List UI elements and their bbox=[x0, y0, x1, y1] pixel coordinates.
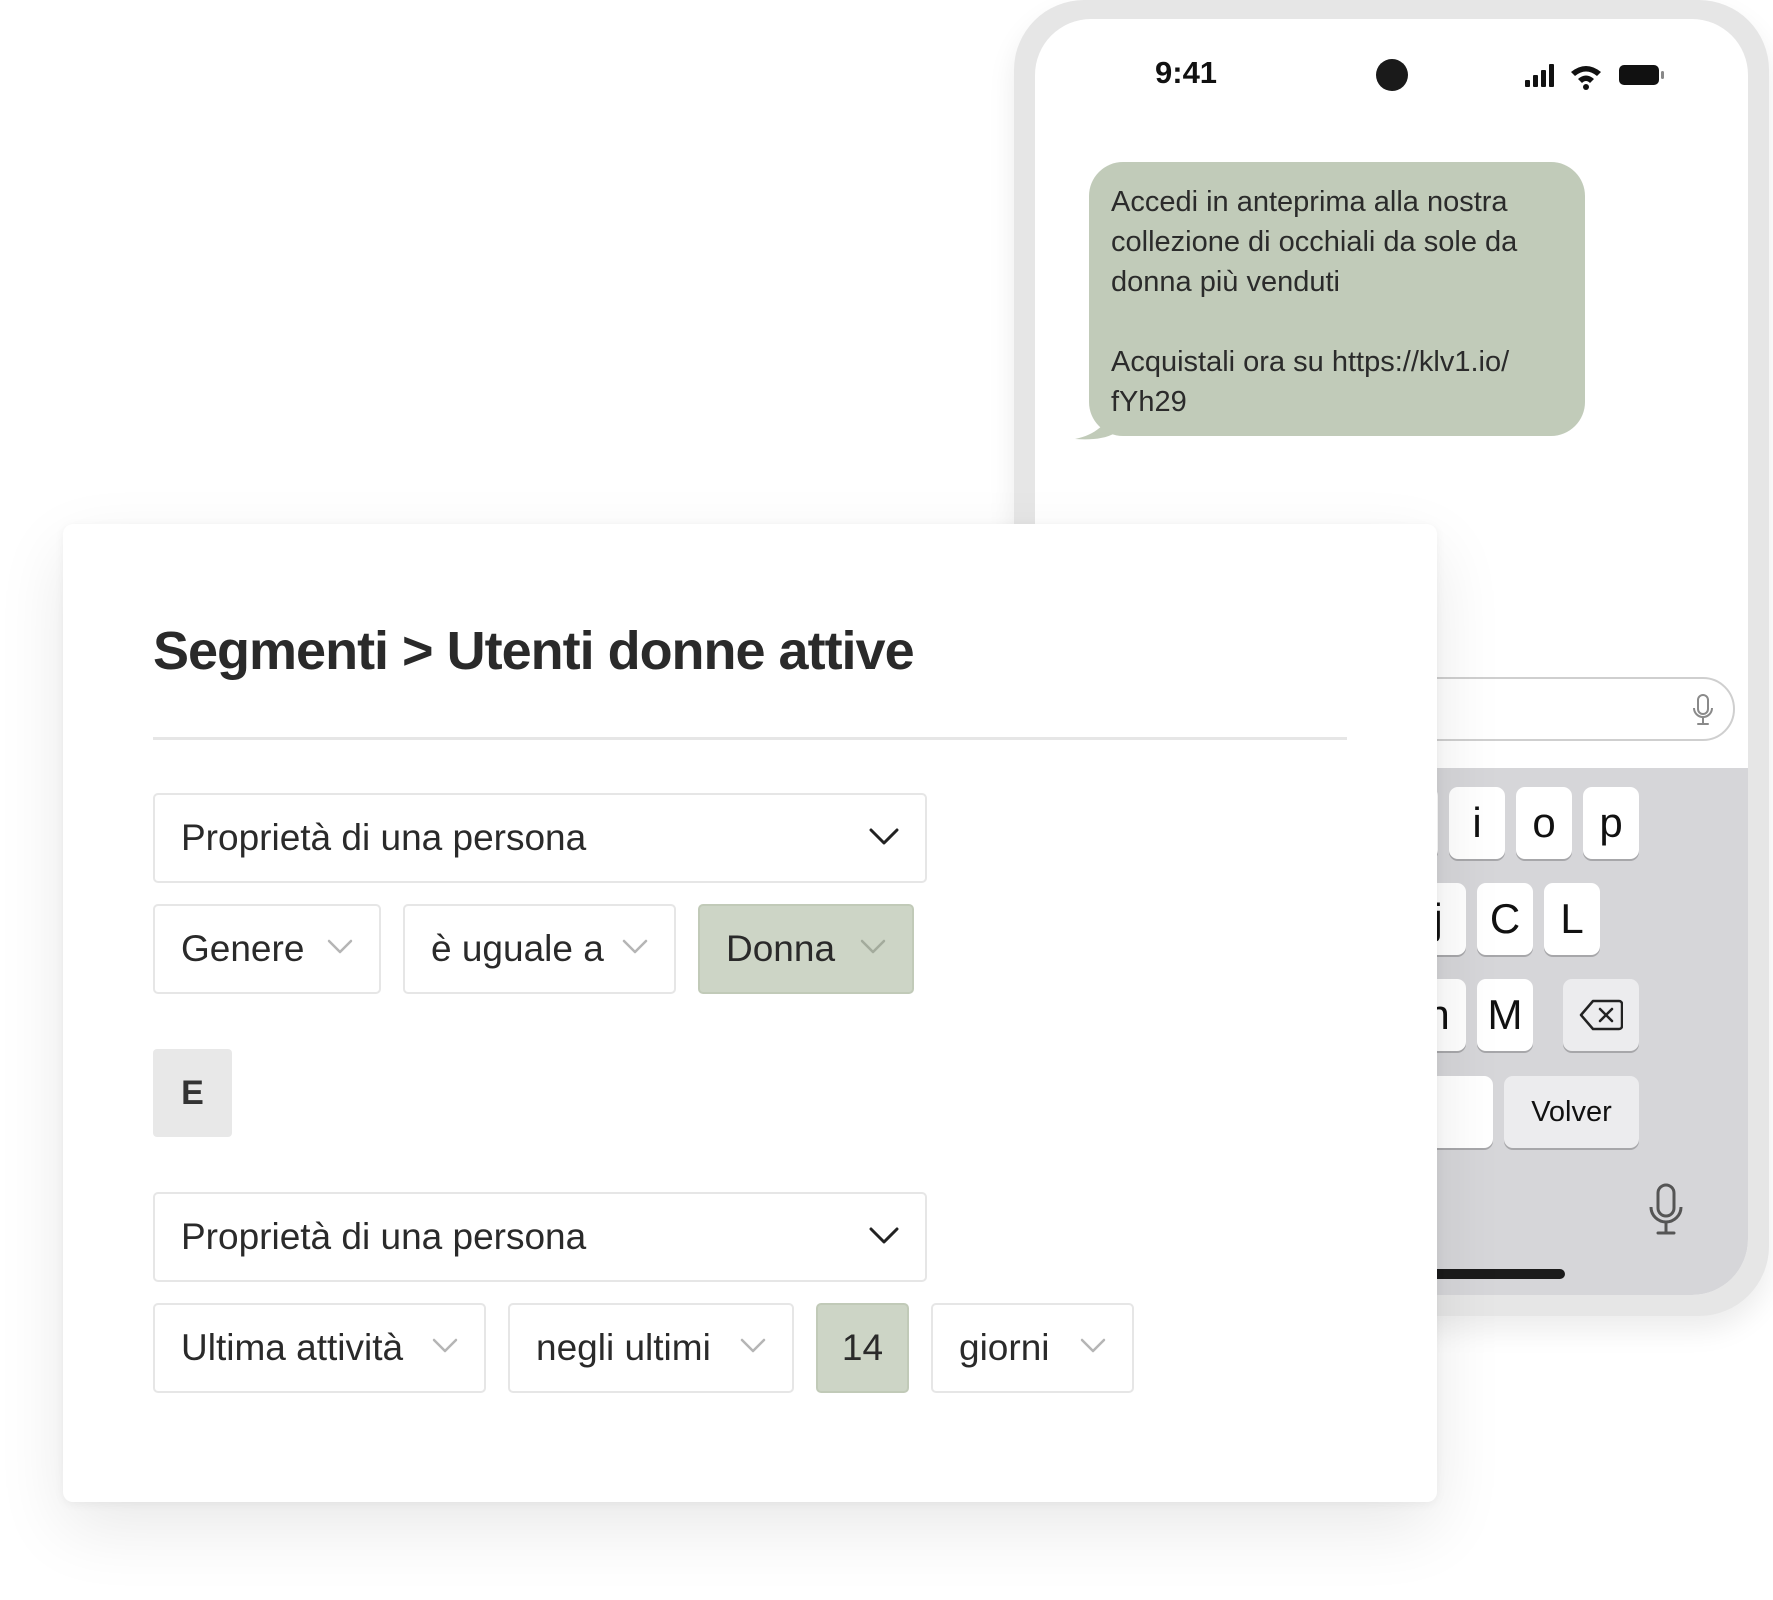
wifi-icon bbox=[1571, 66, 1601, 90]
sms-message-bubble: Accedi in anteprima alla nostra collezio… bbox=[1089, 162, 1585, 436]
return-key[interactable]: Volver bbox=[1504, 1076, 1639, 1148]
chevron-down-icon bbox=[622, 939, 648, 954]
value-label: Donna bbox=[726, 928, 836, 969]
property-type-label: Proprietà di una persona bbox=[181, 817, 587, 858]
key-m[interactable]: M bbox=[1477, 979, 1533, 1051]
page-title: Segmenti > Utenti donne attive bbox=[153, 621, 915, 681]
key-o[interactable]: o bbox=[1516, 787, 1572, 859]
property-type-dropdown[interactable]: Proprietà di una persona bbox=[153, 793, 927, 883]
operator-label: è uguale a bbox=[431, 928, 604, 969]
property-type-label: Proprietà di una persona bbox=[181, 1216, 587, 1257]
field-label: Genere bbox=[181, 928, 305, 969]
days-number-input[interactable]: 14 bbox=[816, 1303, 909, 1393]
key-l[interactable]: L bbox=[1544, 883, 1600, 955]
front-camera bbox=[1376, 59, 1408, 91]
message-input[interactable] bbox=[1405, 677, 1735, 741]
chevron-down-icon bbox=[1080, 1338, 1106, 1353]
chevron-down-icon bbox=[869, 828, 899, 845]
operator-dropdown[interactable]: è uguale a bbox=[403, 904, 676, 994]
and-operator-chip[interactable]: E bbox=[153, 1049, 232, 1137]
chevron-down-icon bbox=[869, 1227, 899, 1244]
key-c[interactable]: C bbox=[1477, 883, 1533, 955]
backspace-icon bbox=[1579, 999, 1623, 1031]
key-i[interactable]: i bbox=[1449, 787, 1505, 859]
operator-label: negli ultimi bbox=[536, 1327, 711, 1368]
time-unit-label: giorni bbox=[959, 1327, 1050, 1368]
chevron-down-icon bbox=[432, 1338, 458, 1353]
status-time: 9:41 bbox=[1155, 55, 1218, 90]
delete-key[interactable] bbox=[1563, 979, 1639, 1051]
value-dropdown[interactable]: Donna bbox=[698, 904, 914, 994]
message-line: Accedi in anteprima alla nostra collezio… bbox=[1111, 186, 1518, 298]
segment-builder-card: Segmenti > Utenti donne attive Proprietà… bbox=[63, 524, 1437, 1502]
time-unit-dropdown[interactable]: giorni bbox=[931, 1303, 1134, 1393]
chevron-down-icon bbox=[740, 1338, 766, 1353]
chevron-down-icon bbox=[327, 939, 353, 954]
battery-icon bbox=[1619, 65, 1664, 85]
mic-icon[interactable] bbox=[1691, 693, 1715, 727]
field-label: Ultima attività bbox=[181, 1327, 404, 1368]
title-divider bbox=[153, 737, 1347, 740]
operator-dropdown[interactable]: negli ultimi bbox=[508, 1303, 794, 1393]
status-icons bbox=[1525, 64, 1664, 90]
property-type-dropdown[interactable]: Proprietà di una persona bbox=[153, 1192, 927, 1282]
message-line: Acquistali ora su https://klv1.io/ fYh29 bbox=[1111, 346, 1510, 418]
key-p[interactable]: p bbox=[1583, 787, 1639, 859]
field-dropdown[interactable]: Genere bbox=[153, 904, 381, 994]
field-dropdown[interactable]: Ultima attività bbox=[153, 1303, 486, 1393]
dictation-mic-icon[interactable] bbox=[1646, 1182, 1686, 1238]
signal-icon bbox=[1525, 64, 1554, 87]
chevron-down-icon bbox=[860, 939, 886, 954]
